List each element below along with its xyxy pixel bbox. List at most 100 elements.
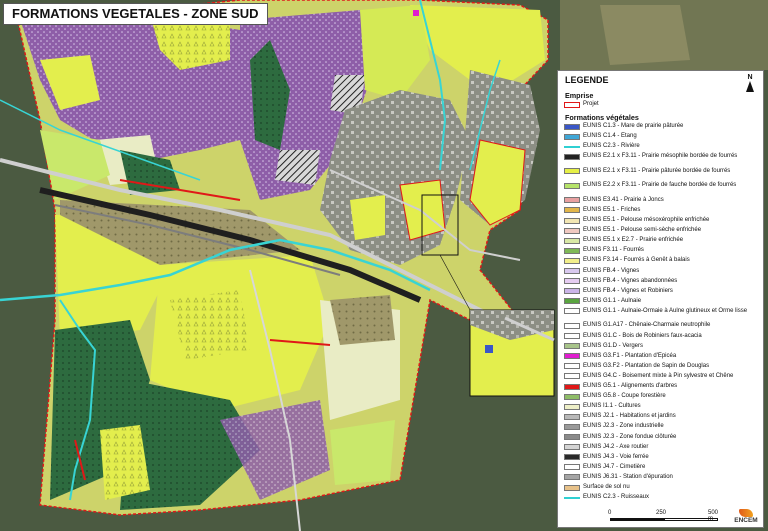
- background-fields-east: [600, 5, 690, 65]
- legend-swatch: [564, 197, 580, 204]
- legend-panel: LEGENDE N Emprise Projet Formations végé…: [557, 70, 764, 528]
- legend-label: EUNIS G1.1 - Aulnaie-Ormaie à Aulne glut…: [583, 307, 748, 314]
- legend-swatch: [564, 153, 580, 160]
- legend-label: EUNIS FB.4 - Vignes abandonnées: [583, 277, 678, 284]
- north-arrow-icon: N: [743, 74, 757, 92]
- legend-title: LEGENDE: [565, 75, 609, 85]
- north-label: N: [747, 74, 753, 81]
- legend-swatch: [564, 207, 580, 214]
- legend-label: EUNIS G3.F2 - Plantation de Sapin de Dou…: [583, 362, 710, 369]
- legend-item: EUNIS FB.4 - Vignes abandonnées: [564, 278, 760, 285]
- spruce-plantation: [413, 10, 419, 16]
- legend-label: EUNIS G5.8 - Coupe forestière: [583, 393, 666, 400]
- emprise-title: Emprise: [565, 91, 594, 100]
- legend-swatch: [564, 444, 580, 451]
- legend-item: EUNIS J6.31 - Station d'épuration: [564, 474, 760, 481]
- legend-item: EUNIS G1.C - Bois de Robiniers faux-acac…: [564, 333, 760, 340]
- legend-label: EUNIS F3.14 - Fourrés à Genêt à balais: [583, 257, 690, 264]
- legend-item: EUNIS E2.1 x F3.11 - Prairie pâturée bor…: [564, 168, 760, 175]
- legend-item: EUNIS G4.C - Boisement mixte à Pin sylve…: [564, 373, 760, 380]
- legend-swatch: [564, 298, 580, 305]
- legend-label: EUNIS G4.C - Boisement mixte à Pin sylve…: [583, 372, 734, 379]
- legend-label: EUNIS E2.1 x F3.11 - Prairie mésophile b…: [583, 153, 738, 160]
- legend-label: EUNIS C2.3 - Ruisseaux: [583, 494, 650, 501]
- legend-swatch: [564, 278, 580, 285]
- legend-item: EUNIS C1.4 - Etang: [564, 133, 760, 140]
- scale-label-0: 0: [608, 510, 612, 516]
- legend-label: EUNIS G1.D - Vergers: [583, 342, 644, 349]
- legend-item: EUNIS J2.1 - Habitations et jardins: [564, 413, 760, 420]
- scale-segment-1: [610, 518, 664, 521]
- legend-item: EUNIS E2.1 x F3.11 - Prairie mésophile b…: [564, 153, 760, 160]
- legend-item: EUNIS G5.8 - Coupe forestière: [564, 393, 760, 400]
- legend-item: EUNIS G5.1 - Alignements d'arbres: [564, 383, 760, 390]
- legend-item: EUNIS C2.3 - Rivière: [564, 143, 760, 150]
- legend-swatch: [564, 237, 580, 244]
- legend-item: EUNIS J2.3 - Zone industrielle: [564, 423, 760, 430]
- scale-label-500: 500 m: [708, 510, 719, 522]
- legend-item: EUNIS E5.1 - Friches: [564, 207, 760, 214]
- legend-item: EUNIS E3.41 - Prairie à Joncs: [564, 197, 760, 204]
- legend-item: EUNIS C2.3 - Ruisseaux: [564, 494, 760, 501]
- legend-item: EUNIS J2.3 - Zone fondue clôturée: [564, 434, 760, 441]
- legend-label: EUNIS E3.41 - Prairie à Joncs: [583, 196, 664, 203]
- legend-item: EUNIS J4.7 - Cimetière: [564, 464, 760, 471]
- legend-swatch: [564, 123, 580, 130]
- legend-swatch: [564, 403, 580, 410]
- legend-label: EUNIS E5.1 x E2.7 - Prairie enfrichée: [583, 237, 684, 244]
- legend-item: EUNIS G3.F2 - Plantation de Sapin de Dou…: [564, 363, 760, 370]
- legend-label: EUNIS J6.31 - Station d'épuration: [583, 473, 673, 480]
- legend-label: EUNIS FB.4 - Vignes et Robiniers: [583, 287, 673, 294]
- legend-label: EUNIS C2.3 - Rivière: [583, 143, 640, 150]
- legend-swatch: [564, 133, 580, 140]
- legend-label: EUNIS FB.4 - Vignes: [583, 267, 640, 274]
- hatched-meadow-2: [275, 150, 320, 185]
- legend-item: Surface de sol nu: [564, 484, 760, 491]
- legend-item: EUNIS G1.A17 - Chênaie-Charmaie neutroph…: [564, 322, 760, 329]
- legend-swatch: [564, 343, 580, 350]
- legend-swatch: [564, 268, 580, 274]
- legend-swatch: [564, 182, 580, 189]
- encem-logo-mark-icon: [739, 509, 753, 517]
- legend-swatch: [564, 413, 580, 420]
- encem-logo: ENCEM: [730, 509, 762, 528]
- legend-item: EUNIS G1.1 - Aulnaie-Ormaie à Aulne glut…: [564, 308, 760, 315]
- projet-label: Projet: [583, 101, 599, 107]
- legend-swatch: [564, 333, 580, 339]
- legend-swatch: [564, 168, 580, 175]
- meadow-southeast: [330, 420, 395, 485]
- legend-swatch: [564, 247, 580, 254]
- legend-label: EUNIS G5.1 - Alignements d'arbres: [583, 383, 678, 389]
- map-title: FORMATIONS VEGETALES - ZONE SUD: [3, 3, 268, 25]
- legend-swatch: [564, 145, 580, 148]
- legend-label: EUNIS E2.2 x F3.11 - Prairie de fauche b…: [583, 182, 737, 189]
- legend-label: EUNIS C1.3 - Mare de prairie pâturée: [583, 123, 684, 129]
- legend-swatch: [564, 496, 580, 499]
- legend-swatch: [564, 474, 580, 481]
- legend-swatch: [564, 434, 580, 440]
- legend-item: EUNIS FB.4 - Vignes: [564, 268, 760, 275]
- legend-label: EUNIS F3.11 - Fourrés: [583, 247, 644, 254]
- legend-label: EUNIS G3.F1 - Plantation d'Epicéa: [583, 352, 677, 359]
- legend-label: EUNIS E2.1 x F3.11 - Prairie pâturée bor…: [583, 167, 731, 174]
- legend-item: EUNIS E5.1 x E2.7 - Prairie enfrichée: [564, 237, 760, 244]
- legend-swatch: [564, 322, 580, 329]
- legend-label: EUNIS G1.A17 - Chênaie-Charmaie neutroph…: [583, 322, 711, 329]
- projet-swatch: [564, 101, 580, 108]
- legend-item: EUNIS E2.2 x F3.11 - Prairie de fauche b…: [564, 182, 760, 189]
- legend-swatch: [564, 373, 580, 380]
- zoom-inset: [469, 309, 555, 397]
- legend-item: EUNIS J4.2 - Axe routier: [564, 444, 760, 451]
- legend-item: EUNIS G1.D - Vergers: [564, 343, 760, 350]
- legend-label: EUNIS E5.1 - Pelouse mésoxérophile enfri…: [583, 217, 710, 223]
- legend-label: EUNIS E5.1 - Friches: [583, 206, 641, 213]
- legend-label: EUNIS J4.2 - Axe routier: [583, 443, 649, 450]
- legend-label: EUNIS J2.3 - Zone industrielle: [583, 423, 664, 430]
- legend-item: EUNIS E5.1 - Pelouse semi-sèche enfriché…: [564, 227, 760, 234]
- formations-title: Formations végétales: [565, 113, 639, 122]
- legend-item: EUNIS G1.1 - Aulnaie: [564, 298, 760, 305]
- legend-swatch: [564, 288, 580, 295]
- legend-swatch: [564, 383, 580, 390]
- scale-bar: 0 250 500 m: [608, 510, 718, 522]
- legend-swatch: [564, 423, 580, 430]
